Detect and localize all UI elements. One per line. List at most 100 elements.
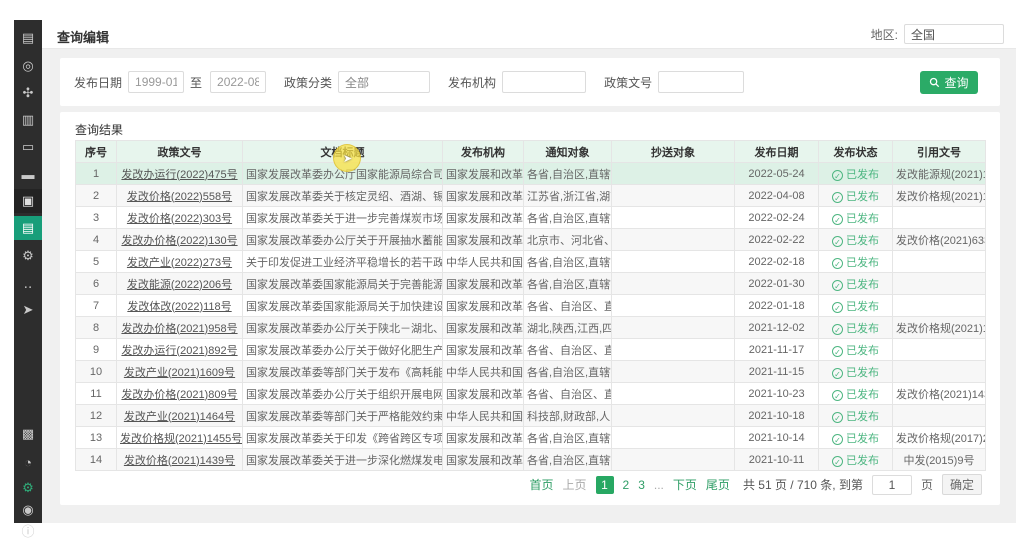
- doc-search-icon[interactable]: ▥: [14, 108, 42, 132]
- table-row[interactable]: 11发改办价格(2021)809号国家发展改革委办公厅关于组织开展电网企业代理购…: [76, 383, 986, 405]
- cited-cell: [893, 273, 986, 295]
- notify-cell: 各省,自治区,直辖市,新疆生: [524, 163, 612, 185]
- date-cell: 2021-10-18: [735, 405, 819, 427]
- cc-cell: [612, 383, 735, 405]
- help-icon[interactable]: ⓘ: [14, 518, 42, 542]
- cc-cell: [612, 207, 735, 229]
- row-index: 1: [76, 163, 117, 185]
- date-from-input[interactable]: [128, 71, 184, 93]
- stamp-icon[interactable]: ▤: [14, 26, 42, 50]
- search-button[interactable]: 查询: [920, 71, 978, 94]
- archive-icon[interactable]: ▣: [14, 189, 42, 213]
- pagination-last[interactable]: 尾页: [706, 476, 730, 493]
- results-table: 序号 政策文号 文档标题 发布机构 通知对象 抄送对象 发布日期 发布状态 引用…: [75, 140, 986, 471]
- cited-cell: 发改能源规(2021)1051号;发改: [893, 163, 986, 185]
- folder-icon[interactable]: ▭: [14, 135, 42, 159]
- table-row[interactable]: 9发改办运行(2021)892号国家发展改革委办公厅关于做好化肥生产用煤用电用气…: [76, 339, 986, 361]
- cc-cell: [612, 339, 735, 361]
- doc-no-link[interactable]: 发改办价格(2021)958号: [117, 317, 243, 339]
- doc-no-anchor[interactable]: 发改价格(2021)1439号: [124, 455, 235, 467]
- agency-cell: 国家发展和改革委员会;国: [443, 273, 524, 295]
- agency-cell: 国家发展和改革委员会: [443, 185, 524, 207]
- table-row[interactable]: 10发改产业(2021)1609号国家发展改革委等部门关于发布《高耗能行业重点领…: [76, 361, 986, 383]
- doc-title: 国家发展改革委办公厅关于陕北－湖北、雅中－江西特高压直: [243, 317, 443, 339]
- table-row[interactable]: 4发改办价格(2022)130号国家发展改革委办公厅关于开展抽水蓄能定价成本监审…: [76, 229, 986, 251]
- workflow-icon[interactable]: ✣: [14, 81, 42, 105]
- pagination-first[interactable]: 首页: [529, 476, 553, 493]
- doc-no-anchor[interactable]: 发改产业(2022)273号: [127, 257, 232, 269]
- doc-no-link[interactable]: 发改体改(2022)118号: [117, 295, 243, 317]
- doc-no-anchor[interactable]: 发改办价格(2021)809号: [121, 389, 237, 401]
- pagination-prev[interactable]: 上页: [563, 476, 587, 493]
- agency-input[interactable]: [502, 71, 586, 93]
- search-button-label: 查询: [944, 74, 968, 91]
- table-row[interactable]: 3发改价格(2022)303号国家发展改革委关于进一步完善煤炭市场价格形成机制的…: [76, 207, 986, 229]
- doc-no-link[interactable]: 发改产业(2022)273号: [117, 251, 243, 273]
- more-dots-icon[interactable]: ‥: [14, 272, 42, 296]
- doc-no-anchor[interactable]: 发改办运行(2021)892号: [121, 345, 237, 357]
- row-index: 4: [76, 229, 117, 251]
- doc-no-anchor[interactable]: 发改价格(2022)303号: [127, 213, 232, 225]
- table-row[interactable]: 8发改办价格(2021)958号国家发展改革委办公厅关于陕北－湖北、雅中－江西特…: [76, 317, 986, 339]
- doc-no-link[interactable]: 发改办价格(2021)809号: [117, 383, 243, 405]
- doc-no-anchor[interactable]: 发改价格规(2021)1455号: [120, 433, 242, 445]
- doc-no-anchor[interactable]: 发改价格(2022)558号: [127, 191, 232, 203]
- folder-open-icon[interactable]: ▬: [14, 162, 42, 186]
- doc-no-link[interactable]: 发改价格(2022)558号: [117, 185, 243, 207]
- cc-cell: [612, 251, 735, 273]
- notify-cell: 各省,自治区,直辖市人民政: [524, 273, 612, 295]
- page-unit-label: 页: [921, 476, 933, 493]
- doc-no-anchor[interactable]: 发改体改(2022)118号: [127, 301, 231, 313]
- doc-no-link[interactable]: 发改办运行(2021)892号: [117, 339, 243, 361]
- settings-icon[interactable]: ⚙: [14, 244, 42, 268]
- doc-title: 国家发展改革委国家能源局关于加快建设全国统一电力市场体: [243, 295, 443, 317]
- doc-no-anchor[interactable]: 发改办价格(2022)130号: [121, 235, 237, 247]
- doc-no-link[interactable]: 发改产业(2021)1609号: [117, 361, 243, 383]
- doc-no-link[interactable]: 发改产业(2021)1464号: [117, 405, 243, 427]
- table-row[interactable]: 12发改产业(2021)1464号国家发展改革委等部门关于严格能效约束推动重点领…: [76, 405, 986, 427]
- table-row[interactable]: 2发改价格(2022)558号国家发展改革委关于核定灵绍、酒湖、锡泰特高压直流工…: [76, 185, 986, 207]
- date-to-input[interactable]: [210, 71, 266, 93]
- published-check-icon: ✓: [832, 192, 843, 203]
- notify-cell: 各省,自治区,直辖市发展改: [524, 427, 612, 449]
- doc-no-link[interactable]: 发改价格(2021)1439号: [117, 449, 243, 471]
- status-cell: ✓已发布: [819, 427, 893, 449]
- agency-cell: 国家发展和改革委员会: [443, 207, 524, 229]
- pagination-ellipsis: ...: [654, 478, 664, 492]
- table-row[interactable]: 14发改价格(2021)1439号国家发展改革委关于进一步深化燃煤发电上网电价市…: [76, 449, 986, 471]
- status-cell: ✓已发布: [819, 273, 893, 295]
- doc-no-link[interactable]: 发改办价格(2022)130号: [117, 229, 243, 251]
- region-input[interactable]: [904, 24, 1004, 44]
- goto-confirm-button[interactable]: 确定: [942, 474, 982, 495]
- document-icon[interactable]: ▤: [14, 216, 42, 240]
- doc-no-anchor[interactable]: 发改办价格(2021)958号: [121, 323, 237, 335]
- table-row[interactable]: 7发改体改(2022)118号国家发展改革委国家能源局关于加快建设全国统一电力市…: [76, 295, 986, 317]
- goto-page-input[interactable]: [872, 475, 912, 495]
- doc-no-link[interactable]: 发改价格规(2021)1455号: [117, 427, 243, 449]
- agency-cell: 国家发展和改革委员会: [443, 427, 524, 449]
- compass-icon[interactable]: ◔: [14, 450, 42, 474]
- table-row[interactable]: 1发改办运行(2022)475号国家发展改革委办公厅国家能源局综合司关于进一步推…: [76, 163, 986, 185]
- doc-no-link[interactable]: 发改办运行(2022)475号: [117, 163, 243, 185]
- doc-no-link[interactable]: 发改能源(2022)206号: [117, 273, 243, 295]
- pagination-next[interactable]: 下页: [673, 476, 697, 493]
- table-row[interactable]: 5发改产业(2022)273号关于印发促进工业经济平稳增长的若干政策的通知中华人…: [76, 251, 986, 273]
- table-row[interactable]: 13发改价格规(2021)1455号国家发展改革委关于印发《跨省跨区专项工程输电…: [76, 427, 986, 449]
- pagination-page-2[interactable]: 2: [623, 478, 630, 492]
- doc-no-anchor[interactable]: 发改产业(2021)1609号: [124, 367, 235, 379]
- gear-green-icon[interactable]: ⚙: [14, 476, 42, 500]
- category-select[interactable]: [338, 71, 430, 93]
- doc-no-anchor[interactable]: 发改产业(2021)1464号: [124, 411, 235, 423]
- pin-icon[interactable]: ➤: [14, 298, 42, 322]
- search-icon[interactable]: ◎: [14, 54, 42, 78]
- doc-no-anchor[interactable]: 发改办运行(2022)475号: [121, 169, 237, 181]
- pagination-page-current[interactable]: 1: [596, 476, 614, 494]
- image-icon[interactable]: ▩: [14, 422, 42, 446]
- table-row[interactable]: 6发改能源(2022)206号国家发展改革委国家能源局关于完善能源绿色低碳转型体…: [76, 273, 986, 295]
- pagination-page-3[interactable]: 3: [638, 478, 645, 492]
- status-cell: ✓已发布: [819, 339, 893, 361]
- doc-no-link[interactable]: 发改价格(2022)303号: [117, 207, 243, 229]
- date-cell: 2022-02-24: [735, 207, 819, 229]
- doc-no-input[interactable]: [658, 71, 744, 93]
- doc-no-anchor[interactable]: 发改能源(2022)206号: [127, 279, 232, 291]
